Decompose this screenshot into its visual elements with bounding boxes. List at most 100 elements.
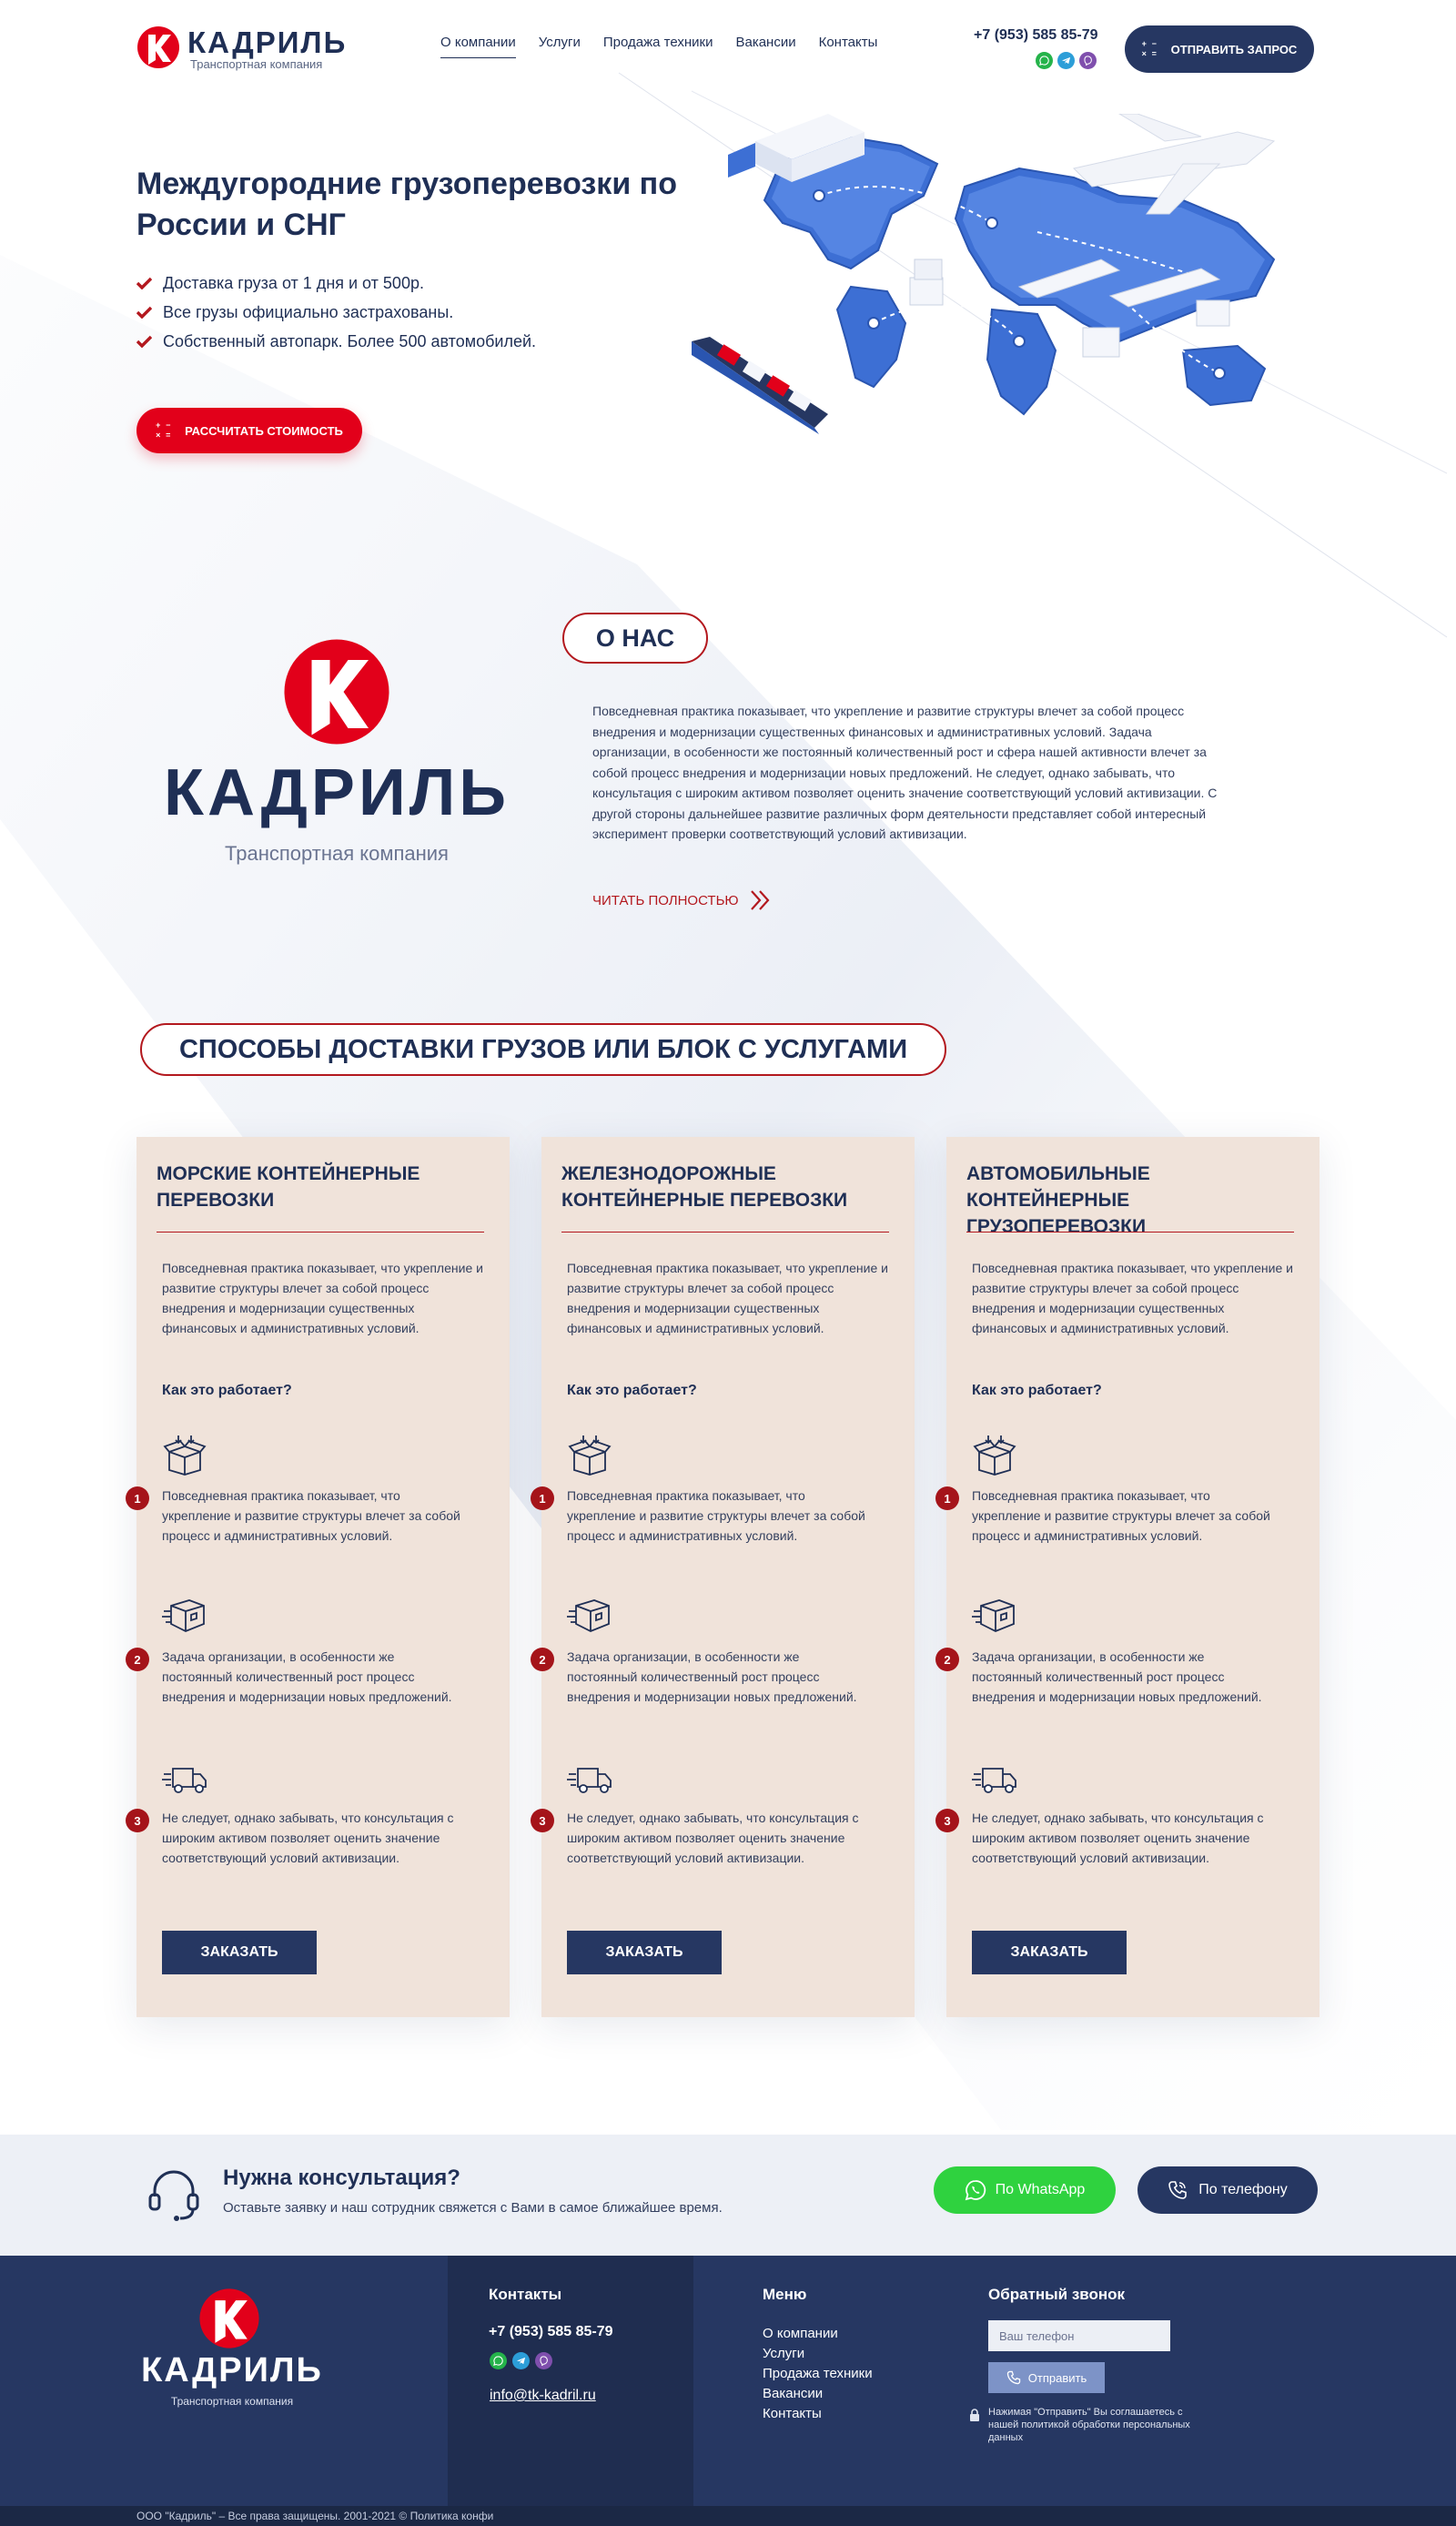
privacy-note: Нажимая "Отправить" Вы соглашаетесь с на…: [988, 2407, 1190, 2443]
consultation-subtitle: Оставьте заявку и наш сотрудник свяжется…: [223, 2200, 723, 2216]
logo-mark-icon: [284, 639, 389, 745]
viber-icon[interactable]: [1079, 52, 1097, 69]
card-title: МОРСКИЕ КОНТЕЙНЕРНЫЕ ПЕРЕВОЗКИ: [157, 1163, 420, 1211]
footer-logo-name: КАДРИЛЬ: [141, 2351, 323, 2389]
whatsapp-icon[interactable]: [1036, 52, 1053, 69]
telegram-icon[interactable]: [1057, 52, 1075, 69]
telegram-icon[interactable]: [512, 2352, 530, 2369]
footer-menu-item[interactable]: О компании: [763, 2324, 873, 2344]
hero-benefit: Все грузы официально застрахованы.: [136, 298, 536, 327]
consultation-banner: Нужна консультация? Оставьте заявку и на…: [0, 2135, 1456, 2256]
whatsapp-icon[interactable]: [490, 2352, 507, 2369]
about-section: КАДРИЛЬ Транспортная компания О НАС Повс…: [0, 601, 1456, 947]
footer-contacts-title: Контакты: [489, 2286, 562, 2303]
phone-icon: [1006, 2370, 1020, 2385]
open-box-icon: [163, 1435, 207, 1476]
footer-logo[interactable]: КАДРИЛЬ Транспортная компания: [127, 2288, 346, 2415]
card-description: Повседневная практика показывает, что ук…: [567, 1261, 888, 1335]
open-box-icon: [568, 1435, 612, 1476]
delivery-truck-icon: [972, 1768, 1016, 1793]
whatsapp-contact-button[interactable]: По WhatsApp: [934, 2166, 1116, 2214]
package-icon: [972, 1599, 1015, 1632]
logo-name: КАДРИЛЬ: [187, 25, 348, 59]
site-header: КАДРИЛЬ Транспортная компания О компании…: [0, 0, 1456, 96]
order-button[interactable]: ЗАКАЗАТЬ: [567, 1931, 722, 1974]
footer-menu-item[interactable]: Вакансии: [763, 2384, 873, 2404]
footer-logo-tagline: Транспортная компания: [170, 2395, 294, 2408]
card-title: ЖЕЛЕЗНОДОРОЖНЫЕ КОНТЕЙНЕРНЫЕ ПЕРЕВОЗКИ: [561, 1163, 848, 1211]
header-messengers: [1036, 52, 1097, 69]
read-more-link[interactable]: ЧИТАТЬ ПОЛНОСТЬЮ: [592, 888, 774, 913]
double-chevron-right-icon: [750, 890, 770, 910]
hero-title: Междугородние грузоперевозки по России и…: [136, 167, 677, 242]
service-card-sea: МОРСКИЕ КОНТЕЙНЕРНЫЕ ПЕРЕВОЗКИ Повседнев…: [126, 1137, 510, 2017]
step-text: Повседневная практика показывает, что ук…: [567, 1488, 865, 1543]
services-title: СПОСОБЫ ДОСТАВКИ ГРУЗОВ ИЛИ БЛОК С УСЛУГ…: [140, 1023, 946, 1076]
footer-menu-item[interactable]: Услуги: [763, 2344, 873, 2364]
order-button[interactable]: ЗАКАЗАТЬ: [972, 1931, 1127, 1974]
nav-sales[interactable]: Продажа техники: [603, 35, 713, 58]
about-logo: КАДРИЛЬ Транспортная компания: [146, 637, 528, 874]
calculator-icon: + − × =: [156, 421, 171, 440]
footer-menu-title: Меню: [763, 2286, 807, 2303]
about-logo-name: КАДРИЛЬ: [164, 756, 510, 829]
step-number: 3: [531, 1809, 554, 1832]
nav-about[interactable]: О компании: [440, 35, 516, 58]
footer-menu: О компании Услуги Продажа техники Ваканс…: [763, 2324, 873, 2424]
header-phone[interactable]: +7 (953) 585 85-79: [974, 27, 1098, 44]
card-step: 2 Задача организации, в особенности же п…: [531, 1595, 915, 1740]
footer-messengers: [490, 2352, 552, 2369]
order-button[interactable]: ЗАКАЗАТЬ: [162, 1931, 317, 1974]
phone-contact-button[interactable]: По телефону: [1138, 2166, 1318, 2214]
delivery-truck-icon: [567, 1768, 612, 1793]
headset-icon: [148, 2170, 199, 2221]
card-divider: [561, 1232, 889, 1233]
step-number: 2: [531, 1648, 554, 1671]
hero-benefit-text: Собственный автопарк. Более 500 автомоби…: [163, 331, 537, 350]
hero-benefit-text: Доставка груза от 1 дня и от 500р.: [163, 273, 424, 292]
footer-callback-title: Обратный звонок: [988, 2286, 1126, 2303]
send-request-button[interactable]: + − × = ОТПРАВИТЬ ЗАПРОС: [1125, 25, 1314, 73]
footer-email-link[interactable]: info@tk-kadril.ru: [490, 2388, 596, 2404]
logo-mark-icon: [199, 2288, 259, 2348]
step-number: 2: [935, 1648, 959, 1671]
step-text: Не следует, однако забывать, что консуль…: [162, 1811, 454, 1865]
how-it-works-label: Как это работает?: [567, 1383, 697, 1398]
how-it-works-label: Как это работает?: [972, 1383, 1102, 1398]
step-text: Не следует, однако забывать, что консуль…: [567, 1811, 859, 1865]
send-request-label: ОТПРАВИТЬ ЗАПРОС: [1170, 42, 1298, 56]
step-text: Задача организации, в особенности же пос…: [972, 1649, 1262, 1704]
viber-icon[interactable]: [535, 2352, 552, 2369]
check-icon: [136, 277, 152, 289]
footer-phone[interactable]: +7 (953) 585 85-79: [489, 2324, 613, 2340]
card-step: 3 Не следует, однако забывать, что консу…: [531, 1756, 915, 1902]
site-footer: КАДРИЛЬ Транспортная компания Контакты +…: [0, 2256, 1456, 2526]
whatsapp-icon: [965, 2180, 986, 2201]
card-title: АВТОМОБИЛЬНЫЕ КОНТЕЙНЕРНЫЕ ГРУЗОПЕРЕВОЗК…: [966, 1163, 1150, 1237]
about-logo-tagline: Транспортная компания: [225, 842, 449, 865]
calculate-cost-button[interactable]: + − × = РАССЧИТАТЬ СТОИМОСТЬ: [136, 408, 362, 453]
calculator-icon: + − × =: [1141, 39, 1157, 58]
how-it-works-label: Как это работает?: [162, 1383, 292, 1398]
step-number: 1: [126, 1486, 149, 1510]
nav-vacancies[interactable]: Вакансии: [735, 35, 795, 58]
footer-menu-item[interactable]: Контакты: [763, 2404, 873, 2424]
copyright: ООО "Кадриль" – Все права защищены. 2001…: [0, 2506, 1456, 2526]
hero-section: Междугородние грузоперевозки по России и…: [0, 96, 1456, 569]
nav-services[interactable]: Услуги: [539, 35, 581, 58]
main-nav: О компании Услуги Продажа техники Ваканс…: [440, 35, 877, 58]
step-number: 2: [126, 1648, 149, 1671]
card-description: Повседневная практика показывает, что ук…: [972, 1261, 1293, 1335]
consultation-title: Нужна консультация?: [223, 2166, 460, 2190]
calculate-cost-label: РАССЧИТАТЬ СТОИМОСТЬ: [185, 423, 343, 438]
footer-menu-item[interactable]: Продажа техники: [763, 2364, 873, 2384]
nav-contacts[interactable]: Контакты: [819, 35, 878, 58]
callback-send-button[interactable]: Отправить: [988, 2362, 1105, 2393]
card-step: 3 Не следует, однако забывать, что консу…: [126, 1756, 510, 1902]
callback-phone-input[interactable]: [988, 2320, 1170, 2351]
header-logo[interactable]: КАДРИЛЬ Транспортная компания: [136, 25, 346, 76]
card-step: 3 Не следует, однако забывать, что консу…: [935, 1756, 1320, 1902]
read-more-label: ЧИТАТЬ ПОЛНОСТЬЮ: [592, 892, 739, 908]
package-icon: [567, 1599, 610, 1632]
service-cards: МОРСКИЕ КОНТЕЙНЕРНЫЕ ПЕРЕВОЗКИ Повседнев…: [126, 1137, 1320, 2017]
